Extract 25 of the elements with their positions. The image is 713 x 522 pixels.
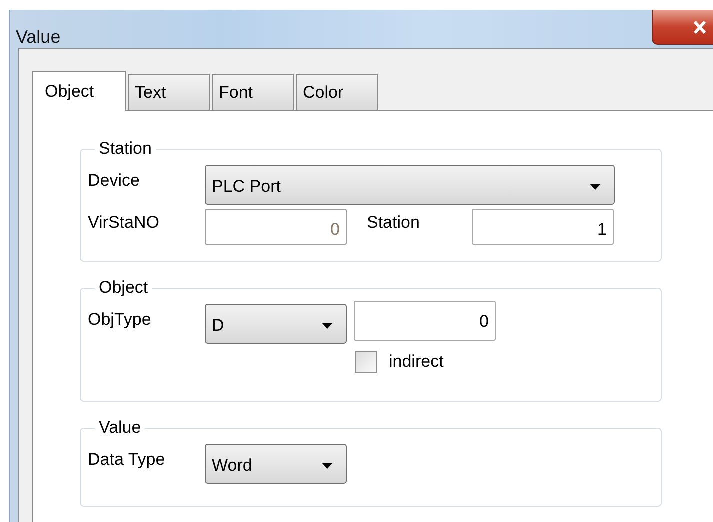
indirect-checkbox[interactable] bbox=[355, 351, 377, 373]
tab[interactable]: Object bbox=[32, 71, 126, 111]
data-type-dropdown[interactable]: Word bbox=[205, 444, 347, 484]
dropdown-arrow-icon bbox=[322, 463, 333, 469]
device-label: Device bbox=[88, 171, 141, 191]
station-label: Station bbox=[367, 213, 421, 233]
data-type-label: Data Type bbox=[88, 450, 166, 470]
group-title: Object bbox=[98, 278, 150, 298]
tab[interactable]: Color bbox=[296, 74, 378, 110]
close-button[interactable] bbox=[652, 10, 713, 45]
close-icon bbox=[693, 20, 707, 34]
objtype-dropdown[interactable]: D bbox=[205, 304, 347, 344]
objtype-label: ObjType bbox=[88, 310, 152, 330]
dropdown-arrow-icon bbox=[590, 184, 601, 190]
tab[interactable]: Font bbox=[212, 74, 294, 110]
virstano-label: VirStaNO bbox=[88, 213, 160, 233]
group-title: Value bbox=[98, 418, 142, 438]
group-title: Station bbox=[98, 139, 153, 159]
indirect-label: indirect bbox=[389, 352, 444, 372]
tab[interactable]: Text bbox=[128, 74, 210, 110]
device-dropdown[interactable]: PLC Port bbox=[205, 165, 615, 205]
dropdown-arrow-icon bbox=[322, 323, 333, 329]
address-field[interactable]: 0 bbox=[354, 301, 496, 341]
window-title: Value bbox=[16, 27, 61, 48]
station-field[interactable]: 1 bbox=[472, 209, 614, 245]
